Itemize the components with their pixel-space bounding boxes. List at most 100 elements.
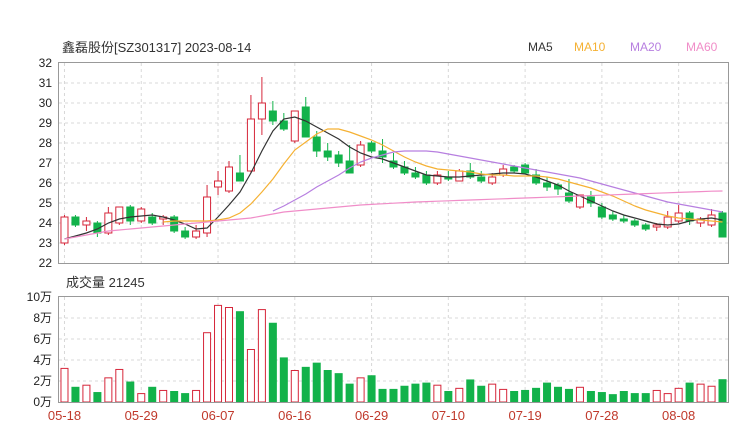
volume-bars: [60, 304, 727, 403]
volume-bar: [630, 393, 639, 403]
volume-bar: [477, 385, 486, 403]
volume-tick-label: 0万: [33, 395, 52, 409]
candle-body: [477, 176, 486, 182]
date-tick-label: 07-28: [585, 408, 618, 423]
volume-bar: [411, 383, 420, 403]
volume-bar: [224, 307, 234, 403]
candle-body: [411, 172, 420, 178]
volume-tick-label: 4万: [33, 353, 52, 367]
candle-body: [290, 110, 299, 142]
date-tick-label: 07-19: [508, 408, 541, 423]
volume-bar: [301, 366, 310, 403]
candle-body: [488, 176, 497, 184]
candle-body: [652, 224, 661, 228]
volume-bar: [389, 388, 398, 403]
candle-body: [455, 170, 464, 182]
volume-bar: [422, 382, 431, 403]
ma-legend: MA5 MA10 MA20 MA60: [528, 40, 718, 54]
volume-bar: [268, 322, 277, 403]
volume-bar: [214, 304, 223, 403]
chart-title: 鑫磊股份[SZ301317] 2023-08-14: [62, 40, 251, 55]
candle-body: [619, 218, 628, 222]
volume-bar: [532, 387, 541, 403]
candle-body: [235, 172, 244, 182]
volume-bar: [400, 385, 409, 403]
volume-bar: [499, 388, 508, 403]
candle-body: [312, 136, 321, 152]
volume-bar: [312, 362, 321, 403]
volume-bar: [148, 386, 157, 403]
volume-bar: [586, 391, 595, 403]
volume-bar: [652, 389, 661, 403]
volume-bar: [619, 391, 628, 403]
volume-bar: [685, 382, 694, 403]
date-tick-label: 06-29: [355, 408, 388, 423]
date-tick-label: 08-08: [662, 408, 695, 423]
volume-tick-label: 8万: [33, 311, 52, 325]
volume-bar: [279, 357, 288, 403]
volume-bar: [82, 384, 91, 403]
candle-body: [224, 166, 234, 192]
volume-bar: [674, 387, 683, 403]
volume-bar: [433, 384, 442, 403]
price-tick-label: 24: [39, 216, 53, 230]
candle-body: [268, 110, 277, 122]
candle-body: [148, 216, 157, 224]
date-tick-label: 06-16: [278, 408, 311, 423]
volume-bar: [356, 377, 365, 403]
volume-bar: [345, 383, 354, 403]
candle-body: [323, 150, 332, 158]
volume-bar: [608, 394, 617, 403]
volume-bar: [444, 391, 453, 403]
volume-title: 成交量 21245: [66, 275, 145, 290]
legend-ma10: MA10: [574, 40, 606, 54]
candle-body: [71, 216, 80, 226]
price-tick-label: 27: [39, 156, 53, 170]
volume-bar: [323, 370, 332, 403]
candle-body: [115, 206, 124, 224]
candle-body: [510, 166, 519, 172]
volume-bar: [466, 379, 475, 403]
volume-bar: [641, 393, 650, 403]
candle-body: [367, 142, 376, 152]
volume-bar: [192, 389, 201, 403]
candle-body: [707, 214, 716, 226]
volume-bar: [564, 388, 573, 403]
price-tick-label: 31: [39, 76, 53, 90]
volume-bar: [455, 387, 464, 403]
volume-bar: [510, 391, 519, 403]
volume-tick-label: 2万: [33, 374, 52, 388]
stock-chart: 鑫磊股份[SZ301317] 2023-08-14 MA5 MA10 MA20 …: [27, 40, 729, 423]
candle-body: [257, 102, 266, 120]
price-axis: 22 23 24 25 26 27 28 29 30 31 32: [39, 56, 53, 270]
volume-bar: [159, 389, 168, 403]
price-tick-label: 23: [39, 236, 53, 250]
volume-axis: 0万 2万 4万 6万 8万 10万: [27, 290, 52, 409]
volume-bar: [181, 393, 190, 403]
candle-body: [608, 214, 617, 220]
legend-ma60: MA60: [686, 40, 718, 54]
price-tick-label: 26: [39, 176, 53, 190]
volume-bar: [367, 375, 376, 403]
volume-bar: [718, 379, 727, 403]
candle-body: [126, 206, 135, 222]
candle-body: [422, 174, 431, 184]
volume-bar: [115, 368, 124, 403]
legend-ma5: MA5: [528, 40, 553, 54]
volume-bar: [553, 386, 563, 403]
price-tick-label: 29: [39, 116, 53, 130]
candle-body: [192, 230, 201, 238]
volume-bar: [203, 332, 212, 403]
date-tick-label: 06-07: [201, 408, 234, 423]
volume-bar: [663, 393, 672, 403]
volume-gridlines: [59, 297, 728, 402]
volume-bar: [126, 381, 135, 403]
candle-body: [137, 208, 146, 222]
date-axis: 05-18 05-29 06-07 06-16 06-29 07-10 07-19 07-28…: [48, 408, 695, 423]
volume-bar: [93, 392, 102, 403]
date-tick-label: 05-29: [125, 408, 158, 423]
volume-bar: [696, 383, 705, 403]
volume-bar: [543, 382, 552, 403]
candle-body: [641, 224, 650, 230]
volume-bar: [521, 389, 530, 403]
